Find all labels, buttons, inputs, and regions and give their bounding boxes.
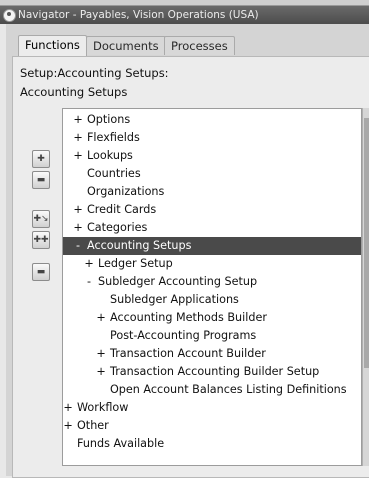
tree-item-accounting-methods-builder[interactable]: + Accounting Methods Builder xyxy=(63,309,361,327)
scrollbar-thumb[interactable] xyxy=(364,118,369,368)
tree-item-label: Options xyxy=(87,113,131,126)
expand-icon[interactable]: + xyxy=(73,111,83,129)
window-title-bar[interactable]: Navigator - Payables, Vision Operations … xyxy=(0,6,369,24)
tree-item-label: Funds Available xyxy=(77,437,165,450)
navigator-tree[interactable]: + Options + Flexfields + Lookups Countries … xyxy=(62,108,362,466)
tree-item-categories[interactable]: + Categories xyxy=(63,219,361,237)
plus-icon: ✚ xyxy=(37,154,45,164)
expand-icon[interactable]: + xyxy=(96,363,106,381)
collapse-icon[interactable]: - xyxy=(73,237,83,255)
tree-item-label: Transaction Account Builder xyxy=(110,347,266,360)
expand-all-icon: ✚✚ xyxy=(33,235,49,245)
tree-item-label: Organizations xyxy=(87,185,165,198)
tree-item-label: Subledger Applications xyxy=(110,293,239,306)
tree-item-label: Transaction Accounting Builder Setup xyxy=(110,365,320,378)
tree-item-subledger-applications[interactable]: Subledger Applications xyxy=(63,291,361,309)
collapse-icon[interactable]: - xyxy=(84,273,94,291)
tab-functions[interactable]: Functions xyxy=(18,35,87,56)
collapse-all-icon: ▬ xyxy=(36,267,46,277)
tree-item-countries[interactable]: Countries xyxy=(63,165,361,183)
tree-item-label: Flexfields xyxy=(87,131,140,144)
tree-item-label: Other xyxy=(77,419,109,432)
tree-item-label: Workflow xyxy=(77,401,129,414)
tree-item-credit-cards[interactable]: + Credit Cards xyxy=(63,201,361,219)
expand-icon[interactable]: + xyxy=(84,255,94,273)
tree-item-accounting-setups[interactable]: - Accounting Setups xyxy=(63,237,361,255)
tree-item-open-account-balances-listing-definitions[interactable]: Open Account Balances Listing Definition… xyxy=(63,381,361,399)
tree-item-label: Open Account Balances Listing Definition… xyxy=(110,383,347,396)
tree-item-other[interactable]: + Other xyxy=(63,417,361,435)
tree-item-organizations[interactable]: Organizations xyxy=(63,183,361,201)
tree-item-lookups[interactable]: + Lookups xyxy=(63,147,361,165)
minus-icon: ▬ xyxy=(36,175,46,185)
tree-item-ledger-setup[interactable]: + Ledger Setup xyxy=(63,255,361,273)
expand-button[interactable]: ✚ xyxy=(32,150,50,168)
expand-icon[interactable]: + xyxy=(63,399,73,417)
tree-item-label: Countries xyxy=(87,167,141,180)
tree-item-funds-available[interactable]: Funds Available xyxy=(63,435,361,453)
tree-item-label: Credit Cards xyxy=(87,203,157,216)
expand-branch-button[interactable]: ✚↘ xyxy=(32,210,50,228)
tree-item-transaction-account-builder[interactable]: + Transaction Account Builder xyxy=(63,345,361,363)
tab-processes[interactable]: Processes xyxy=(164,36,235,55)
tree-item-label: Categories xyxy=(87,221,148,234)
expand-icon[interactable]: + xyxy=(63,417,73,435)
tree-item-label: Accounting Methods Builder xyxy=(110,311,267,324)
tree-item-label: Lookups xyxy=(87,149,133,162)
expand-icon[interactable]: + xyxy=(96,345,106,363)
window-title: Navigator - Payables, Vision Operations … xyxy=(18,9,259,21)
tab-documents[interactable]: Documents xyxy=(86,36,166,55)
tree-item-flexfields[interactable]: + Flexfields xyxy=(63,129,361,147)
expand-icon[interactable]: + xyxy=(73,219,83,237)
collapse-all-button[interactable]: ▬ xyxy=(32,263,50,281)
tree-item-label: Ledger Setup xyxy=(98,257,173,270)
section-label: Accounting Setups xyxy=(20,85,128,99)
tree-item-label: Subledger Accounting Setup xyxy=(98,275,258,288)
tree-vertical-scrollbar[interactable] xyxy=(362,108,369,466)
expand-icon[interactable]: + xyxy=(73,201,83,219)
expand-icon[interactable]: + xyxy=(73,129,83,147)
tree-item-options[interactable]: + Options xyxy=(63,111,361,129)
tree-item-post-accounting-programs[interactable]: Post-Accounting Programs xyxy=(63,327,361,345)
collapse-button[interactable]: ▬ xyxy=(32,171,50,189)
expand-branch-icon: ✚↘ xyxy=(33,214,49,224)
expand-icon[interactable]: + xyxy=(73,147,83,165)
app-icon xyxy=(3,9,16,22)
path-label: Setup:Accounting Setups: xyxy=(20,66,169,80)
tree-item-transaction-accounting-builder-setup[interactable]: + Transaction Accounting Builder Setup xyxy=(63,363,361,381)
tree-item-workflow[interactable]: + Workflow xyxy=(63,399,361,417)
expand-icon[interactable]: + xyxy=(96,309,106,327)
expand-all-button[interactable]: ✚✚ xyxy=(32,231,50,249)
tree-item-subledger-accounting-setup[interactable]: - Subledger Accounting Setup xyxy=(63,273,361,291)
tree-item-label: Post-Accounting Programs xyxy=(110,329,257,342)
tree-item-label: Accounting Setups xyxy=(87,239,192,252)
